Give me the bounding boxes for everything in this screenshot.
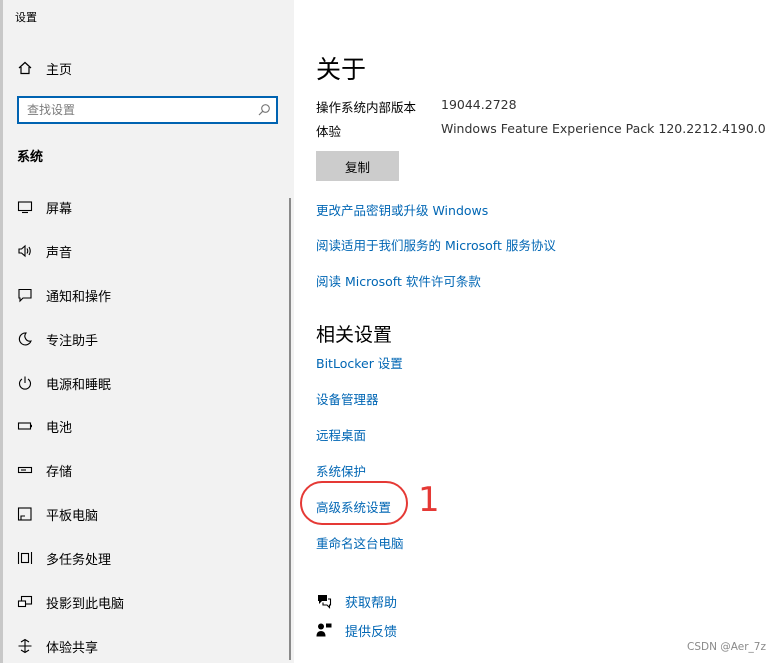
sidebar-item-multitasking[interactable]: 多任务处理: [0, 540, 294, 576]
sidebar-item-label: 通知和操作: [46, 289, 112, 305]
sidebar-item-label: 存储: [46, 464, 73, 480]
sidebar-item-label: 投影到此电脑: [46, 596, 125, 612]
project-icon: [16, 593, 34, 611]
spec-label-experience: 体验: [316, 124, 342, 139]
help-item-label: 获取帮助: [345, 595, 398, 611]
sidebar-item-shared-experiences[interactable]: 体验共享: [0, 628, 294, 663]
annotation-number: 1: [418, 480, 440, 520]
page-title: 关于: [316, 55, 367, 84]
sidebar-item-tablet[interactable]: 平板电脑: [0, 496, 294, 532]
link-change-product-key[interactable]: 更改产品密钥或升级 Windows: [316, 200, 488, 219]
link-system-protection[interactable]: 系统保护: [316, 461, 366, 480]
sidebar-item-sound[interactable]: 声音: [0, 233, 294, 269]
sidebar-item-notifications[interactable]: 通知和操作: [0, 277, 294, 313]
spec-value-experience: Windows Feature Experience Pack 120.2212…: [441, 121, 766, 136]
sidebar-item-label: 声音: [46, 245, 73, 261]
sidebar-item-label: 专注助手: [46, 333, 99, 349]
battery-icon: [16, 417, 34, 435]
moon-icon: [16, 330, 34, 348]
sidebar-item-label: 电池: [46, 420, 73, 436]
sidebar-item-label: 体验共享: [46, 640, 99, 656]
multitask-icon: [16, 549, 34, 567]
help-icon: [316, 593, 332, 609]
storage-icon: [16, 461, 34, 479]
settings-window: 设置 主页 系统 屏幕 声音: [0, 0, 780, 663]
notification-icon: [16, 286, 34, 304]
search-icon[interactable]: [256, 102, 272, 118]
sidebar-item-battery[interactable]: 电池: [0, 408, 294, 444]
link-device-manager[interactable]: 设备管理器: [316, 389, 379, 408]
sidebar-item-label: 平板电脑: [46, 508, 99, 524]
help-item-get-help[interactable]: 获取帮助: [316, 591, 397, 611]
sidebar-item-label: 电源和睡眠: [46, 377, 112, 393]
copy-button[interactable]: 复制: [316, 151, 399, 181]
power-icon: [16, 374, 34, 392]
sidebar-item-power[interactable]: 电源和睡眠: [0, 365, 294, 401]
spec-label-os-build: 操作系统内部版本: [316, 100, 417, 115]
sidebar-scrollbar[interactable]: [289, 198, 291, 660]
search-box[interactable]: [17, 96, 278, 124]
speaker-icon: [16, 242, 34, 260]
spec-value-os-build: 19044.2728: [441, 97, 517, 112]
main-content: 关于 操作系统内部版本 19044.2728 体验 Windows Featur…: [294, 0, 780, 663]
sidebar-item-label: 多任务处理: [46, 552, 112, 568]
monitor-icon: [16, 198, 34, 216]
sidebar: 设置 主页 系统 屏幕 声音: [0, 0, 294, 663]
link-bitlocker[interactable]: BitLocker 设置: [316, 353, 403, 372]
sidebar-item-focus-assist[interactable]: 专注助手: [0, 321, 294, 357]
sidebar-item-project[interactable]: 投影到此电脑: [0, 584, 294, 620]
share-icon: [16, 637, 34, 655]
feedback-icon: [316, 622, 332, 638]
search-input[interactable]: [27, 101, 247, 119]
sidebar-item-label: 主页: [46, 62, 73, 78]
home-icon: [16, 59, 34, 77]
link-rename-pc[interactable]: 重命名这台电脑: [316, 533, 404, 552]
sidebar-item-home[interactable]: 主页: [0, 52, 294, 84]
help-item-label: 提供反馈: [345, 624, 398, 640]
window-title: 设置: [15, 11, 37, 24]
sidebar-item-display[interactable]: 屏幕: [0, 189, 294, 225]
watermark: CSDN @Aer_7z: [687, 641, 766, 653]
sidebar-item-storage[interactable]: 存储: [0, 452, 294, 488]
link-remote-desktop[interactable]: 远程桌面: [316, 425, 366, 444]
sidebar-section-label: 系统: [17, 150, 44, 165]
help-item-feedback[interactable]: 提供反馈: [316, 620, 397, 640]
tablet-icon: [16, 505, 34, 523]
link-license-terms[interactable]: 阅读 Microsoft 软件许可条款: [316, 271, 481, 290]
related-settings-heading: 相关设置: [316, 324, 393, 346]
sidebar-item-label: 屏幕: [46, 201, 73, 217]
link-services-agreement[interactable]: 阅读适用于我们服务的 Microsoft 服务协议: [316, 235, 556, 254]
annotation-highlight-oval: [300, 481, 408, 525]
